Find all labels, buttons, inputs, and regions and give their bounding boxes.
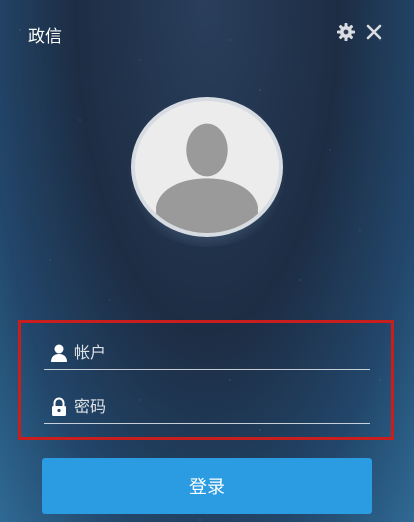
avatar bbox=[131, 97, 283, 237]
password-field bbox=[44, 390, 370, 424]
user-silhouette-icon bbox=[156, 123, 258, 233]
account-field bbox=[44, 336, 370, 370]
gear-icon[interactable] bbox=[336, 22, 356, 42]
lock-icon bbox=[52, 397, 66, 416]
password-input[interactable] bbox=[74, 397, 354, 416]
user-icon bbox=[51, 344, 67, 362]
login-button[interactable]: 登录 bbox=[42, 458, 372, 514]
account-input[interactable] bbox=[74, 343, 354, 362]
starfield-background bbox=[0, 0, 414, 522]
window-title: 政信 bbox=[28, 27, 62, 47]
close-icon[interactable] bbox=[364, 22, 384, 42]
